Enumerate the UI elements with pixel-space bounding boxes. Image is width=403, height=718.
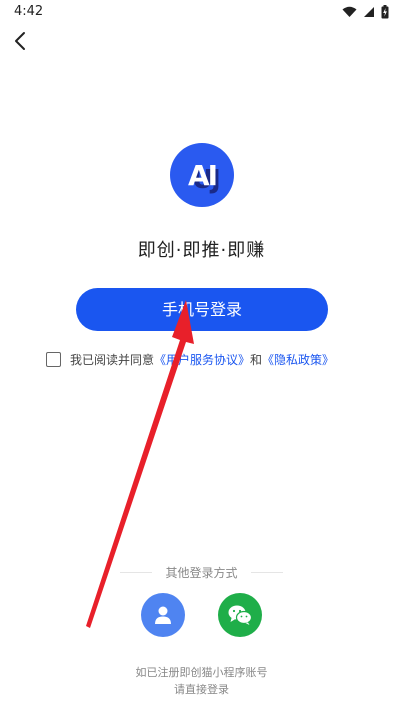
agreement-row: 我已阅读并同意 《用户服务协议》 和 《隐私政策》 — [46, 350, 334, 368]
divider-line-right — [251, 572, 283, 573]
battery-icon — [381, 5, 389, 19]
logo-text: AI — [187, 158, 218, 192]
phone-login-button[interactable]: 手机号登录 — [76, 288, 328, 331]
signal-icon — [364, 7, 374, 17]
wechat-login-button[interactable] — [218, 593, 262, 637]
account-login-button[interactable] — [141, 593, 185, 637]
status-time: 4:42 — [14, 4, 44, 19]
agreement-checkbox[interactable] — [46, 351, 61, 367]
service-agreement-link[interactable]: 《用户服务协议》 — [154, 351, 250, 368]
app-logo: UJ AI — [170, 143, 234, 207]
agreement-prefix: 我已阅读并同意 — [70, 352, 155, 367]
slogan: 即创·即推·即赚 — [137, 240, 266, 261]
status-icons — [342, 5, 389, 19]
registered-note: 如已注册即创猫小程序账号 — [135, 666, 268, 679]
wechat-icon — [228, 605, 253, 625]
wifi-icon — [342, 6, 357, 17]
login-screen: 4:42 UJ AI 即创·即推·即赚 手机号登录 我已阅读并同意 《用户服务协… — [0, 0, 403, 718]
direct-login-note: 请直接登录 — [174, 683, 229, 696]
back-button[interactable] — [10, 30, 32, 52]
privacy-policy-link[interactable]: 《隐私政策》 — [262, 351, 334, 368]
chevron-left-icon — [15, 32, 25, 50]
agreement-joiner: 和 — [250, 352, 263, 367]
person-icon — [155, 606, 171, 624]
other-login-divider: 其他登录方式 — [120, 564, 283, 580]
status-bar: 4:42 — [0, 0, 403, 24]
